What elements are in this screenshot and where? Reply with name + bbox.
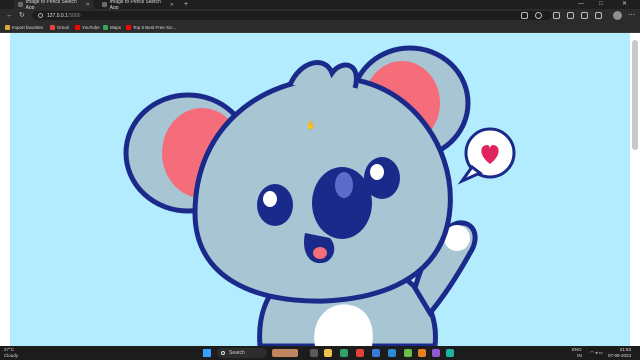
folder-icon: [5, 25, 10, 30]
site-info-icon[interactable]: [38, 13, 43, 18]
tab-close-icon[interactable]: ✕: [86, 2, 90, 8]
taskview-icon[interactable]: [310, 349, 318, 357]
youtube-icon: [126, 25, 131, 30]
koala-right-eye-shine: [370, 164, 384, 180]
tab-strip: Image to Pencil Sketch App ✕ Image to Pe…: [0, 0, 640, 11]
new-tab-button[interactable]: +: [184, 0, 188, 9]
extensions-icon[interactable]: [595, 12, 602, 19]
page-margin-left: [0, 33, 10, 346]
vscode-icon[interactable]: [388, 349, 396, 357]
minimize-button[interactable]: —: [578, 0, 584, 9]
chrome-icon[interactable]: [356, 349, 364, 357]
bookmark-label: YouTube: [82, 25, 100, 30]
bookmark-import-favorites[interactable]: Import favorites: [5, 24, 43, 31]
search-label: Search: [229, 350, 245, 356]
region-code: IN: [577, 353, 582, 358]
close-window-button[interactable]: ✕: [622, 0, 627, 9]
tray-clock[interactable]: 21:53 07-09-2023: [608, 347, 631, 359]
maps-icon: [103, 25, 108, 30]
edge-icon[interactable]: [340, 349, 348, 357]
koala-nose-shine: [335, 172, 353, 198]
app-icon-green[interactable]: [404, 349, 412, 357]
more-menu-icon[interactable]: ⋯: [628, 11, 635, 20]
bookmark-gmail[interactable]: Gmail: [50, 24, 69, 31]
bookmark-label: Maps: [110, 25, 122, 30]
speech-bubble-tail: [457, 164, 483, 185]
reload-button[interactable]: ↻: [19, 11, 25, 20]
tray-language[interactable]: ENG IN: [572, 347, 582, 359]
clock-date: 07-09-2023: [608, 353, 632, 358]
windows-taskbar: 27°C Cloudy Search ENG IN ◠ ◂ ▭ 21:53 07…: [0, 346, 640, 360]
reader-view-icon[interactable]: [521, 12, 528, 19]
bookmark-top5[interactable]: Top 5 Best Free Scr...: [126, 24, 176, 31]
address-bar[interactable]: 127.0.0.1 :5000: [32, 11, 552, 20]
tab-image-to-pencil-sketch-1[interactable]: Image to Pencil Sketch App ✕: [14, 0, 94, 11]
start-button[interactable]: [203, 349, 211, 357]
favorite-star-icon[interactable]: [535, 12, 542, 19]
search-icon: [221, 350, 225, 355]
weather-condition: Cloudy: [4, 352, 19, 358]
tab-favicon-icon: [102, 2, 107, 7]
koala-hair-tuft: [287, 60, 359, 89]
profile-avatar[interactable]: [613, 11, 622, 20]
favorites-icon[interactable]: [567, 12, 574, 19]
scrollbar-thumb[interactable]: [632, 40, 638, 150]
bookmark-label: Top 5 Best Free Scr...: [133, 25, 177, 30]
tab-favicon-icon: [18, 2, 23, 7]
koala-left-eye-shine: [263, 191, 277, 207]
weather-widget[interactable]: 27°C Cloudy: [4, 347, 18, 358]
store-icon[interactable]: [372, 349, 380, 357]
tab-image-to-pencil-sketch-2[interactable]: Image to Pencil Sketch App ✕: [98, 0, 178, 11]
koala-tongue: [313, 247, 327, 259]
youtube-icon: [75, 25, 80, 30]
page-viewport: ✋: [10, 33, 630, 346]
koala-image: [123, 45, 516, 346]
collections-icon[interactable]: [581, 12, 588, 19]
bookmark-label: Import favorites: [12, 25, 44, 30]
bookmark-youtube[interactable]: YouTube: [75, 24, 100, 31]
app-icon-teal[interactable]: [446, 349, 454, 357]
bookmark-label: Gmail: [57, 25, 69, 30]
app-icon-purple[interactable]: [432, 349, 440, 357]
address-host: 127.0.0.1: [47, 12, 68, 19]
browser-toolbar: ← ↻ 127.0.0.1 :5000 ⋯: [0, 9, 640, 22]
split-screen-icon[interactable]: [553, 12, 560, 19]
bookmark-maps[interactable]: Maps: [103, 24, 121, 31]
back-button[interactable]: ←: [6, 11, 13, 20]
file-explorer-icon[interactable]: [324, 349, 332, 357]
wifi-volume-battery-icons[interactable]: ◠ ◂ ▭: [590, 350, 603, 356]
mouse-cursor: ✋: [306, 121, 316, 130]
taskbar-photo-icon[interactable]: [272, 349, 298, 357]
bookmarks-bar: Import favorites Gmail YouTube Maps Top …: [0, 22, 640, 33]
maximize-button[interactable]: □: [599, 0, 603, 9]
tab-close-icon[interactable]: ✕: [170, 2, 174, 8]
taskbar-search[interactable]: Search: [217, 348, 267, 358]
app-icon-orange[interactable]: [418, 349, 426, 357]
koala-left-eye: [257, 184, 293, 226]
address-port: :5000: [67, 12, 81, 19]
gmail-icon: [50, 25, 55, 30]
